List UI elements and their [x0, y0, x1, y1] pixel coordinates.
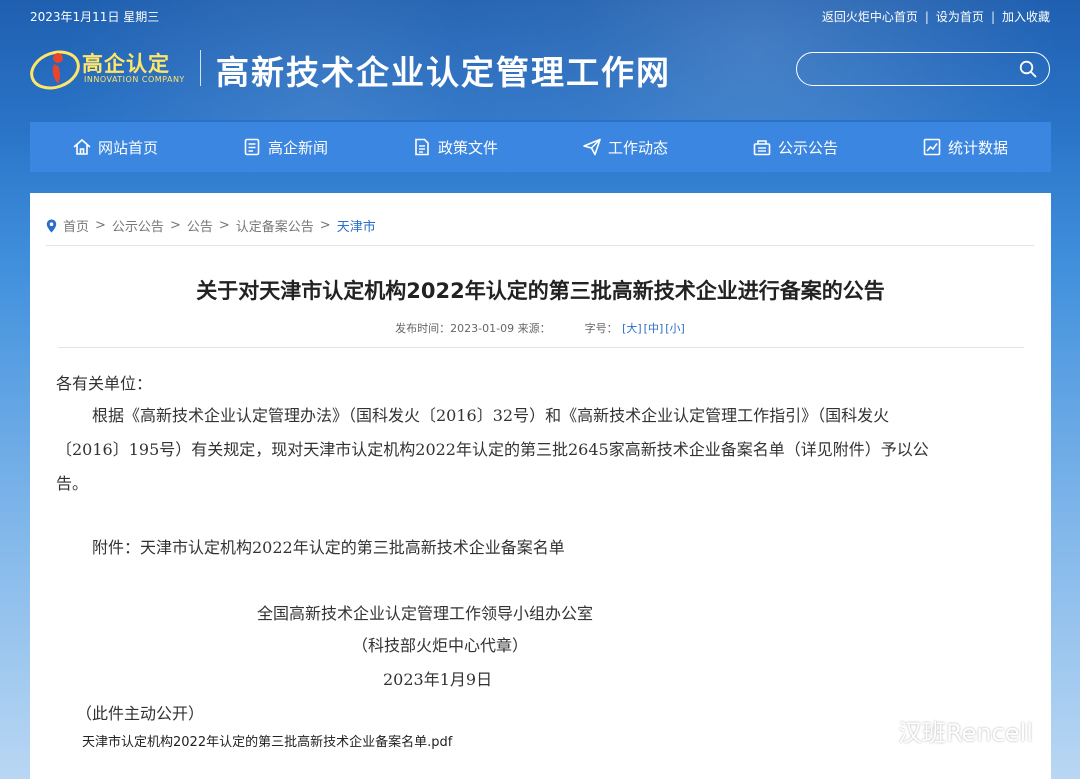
back-to-torch-center-link[interactable]: 返回火炬中心首页 [822, 10, 918, 24]
nav-statistics-label: 统计数据 [948, 138, 1009, 157]
nav-home[interactable]: 网站首页 [72, 122, 158, 172]
set-homepage-link[interactable]: 设为首页 [936, 10, 984, 24]
salutation: 各有关单位： [56, 374, 153, 393]
location-pin-icon [46, 219, 57, 232]
notice-icon [753, 140, 771, 156]
logo-subtext: INNOVATION COMPANY [84, 75, 185, 84]
breadcrumb-divider [46, 245, 1034, 246]
nav-news-label: 高企新闻 [268, 138, 329, 157]
paragraph-line: 〔2016〕195号）有关规定，现对天津市认定机构2022年认定的第三批2645… [56, 440, 929, 459]
watermark: 汉班Rencell [852, 713, 1033, 748]
breadcrumb-separator: > [319, 218, 331, 233]
current-date: 2023年1月11日 星期三 [30, 10, 160, 24]
logo-text: 高企认定 [82, 52, 170, 76]
signature-seal: （科技部火炬中心代章） [352, 636, 529, 655]
nav-policy-label: 政策文件 [438, 138, 499, 157]
breadcrumb-filing[interactable]: 认定备案公告 [236, 216, 314, 235]
top-links: 返回火炬中心首页 | 设为首页 | 加入收藏 [822, 8, 1050, 25]
attachment-pdf-link[interactable]: 天津市认定机构2022年认定的第三批高新技术企业备案名单.pdf [82, 731, 452, 750]
wechat-icon [854, 716, 890, 744]
home-icon [73, 138, 91, 155]
font-size-large-button[interactable]: [大] [622, 322, 642, 335]
send-icon [583, 138, 601, 156]
breadcrumb-home[interactable]: 首页 [63, 216, 89, 235]
breadcrumb-notices[interactable]: 公示公告 [112, 216, 164, 235]
attachment-note: 附件：天津市认定机构2022年认定的第三批高新技术企业备案名单 [92, 538, 565, 557]
logo-divider [200, 50, 201, 86]
signature-date: 2023年1月9日 [383, 670, 493, 689]
signature-organization: 全国高新技术企业认定管理工作领导小组办公室 [257, 604, 594, 623]
disclosure-note: （此件主动公开） [76, 704, 205, 723]
main-nav: 网站首页 高企新闻 政策文件 工作动态 公示公告 统计数据 [30, 122, 1051, 172]
search-input[interactable] [811, 58, 1015, 82]
nav-notices-label: 公示公告 [778, 138, 839, 157]
breadcrumb-separator: > [169, 218, 181, 233]
site-title: 高新技术企业认定管理工作网 [216, 53, 671, 92]
nav-news[interactable]: 高企新闻 [242, 122, 328, 172]
breadcrumb: 首页 > 公示公告 > 公告 > 认定备案公告 > 天津市 [46, 216, 376, 235]
top-link-separator: | [924, 10, 929, 24]
search-icon[interactable] [1019, 60, 1037, 78]
publish-info: 发布时间：2023-01-09 来源： [395, 322, 551, 335]
nav-notices[interactable]: 公示公告 [752, 122, 838, 172]
breadcrumb-separator: > [218, 218, 230, 233]
content-panel: 首页 > 公示公告 > 公告 > 认定备案公告 > 天津市 关于对天津市认定机构2022… [30, 193, 1051, 779]
font-size-medium-button[interactable]: [中] [644, 322, 664, 335]
nav-work-updates[interactable]: 工作动态 [582, 122, 668, 172]
nav-policy[interactable]: 政策文件 [412, 122, 498, 172]
paragraph-line: 根据《高新技术企业认定管理办法》（国科发火〔2016〕32号）和《高新技术企业认… [92, 406, 890, 425]
breadcrumb-current: 天津市 [336, 220, 376, 235]
nav-statistics[interactable]: 统计数据 [922, 122, 1008, 172]
watermark-text: 汉班Rencell [898, 719, 1033, 747]
document-icon [415, 138, 429, 156]
nav-work-updates-label: 工作动态 [608, 138, 669, 157]
article-meta: 发布时间：2023-01-09 来源： 字号： [大] [中] [小] [30, 320, 1051, 336]
chart-icon [923, 138, 941, 156]
meta-divider [58, 347, 1024, 348]
font-size-label: 字号： [584, 322, 618, 335]
article-title: 关于对天津市认定机构2022年认定的第三批高新技术企业进行备案的公告 [196, 279, 885, 303]
logo-swoosh-icon [30, 50, 80, 90]
breadcrumb-separator: > [95, 218, 106, 233]
top-bar: 2023年1月11日 星期三 返回火炬中心首页 | 设为首页 | 加入收藏 [0, 0, 1080, 30]
site-logo[interactable]: 高企认定 INNOVATION COMPANY [28, 42, 188, 92]
nav-home-label: 网站首页 [98, 138, 159, 157]
news-icon [244, 138, 260, 156]
font-size-small-button[interactable]: [小] [665, 322, 685, 335]
paragraph-line: 告。 [56, 474, 89, 493]
top-link-separator: | [990, 10, 995, 24]
breadcrumb-announcements[interactable]: 公告 [187, 216, 213, 235]
search-box [796, 52, 1050, 86]
add-favorite-link[interactable]: 加入收藏 [1002, 10, 1050, 24]
